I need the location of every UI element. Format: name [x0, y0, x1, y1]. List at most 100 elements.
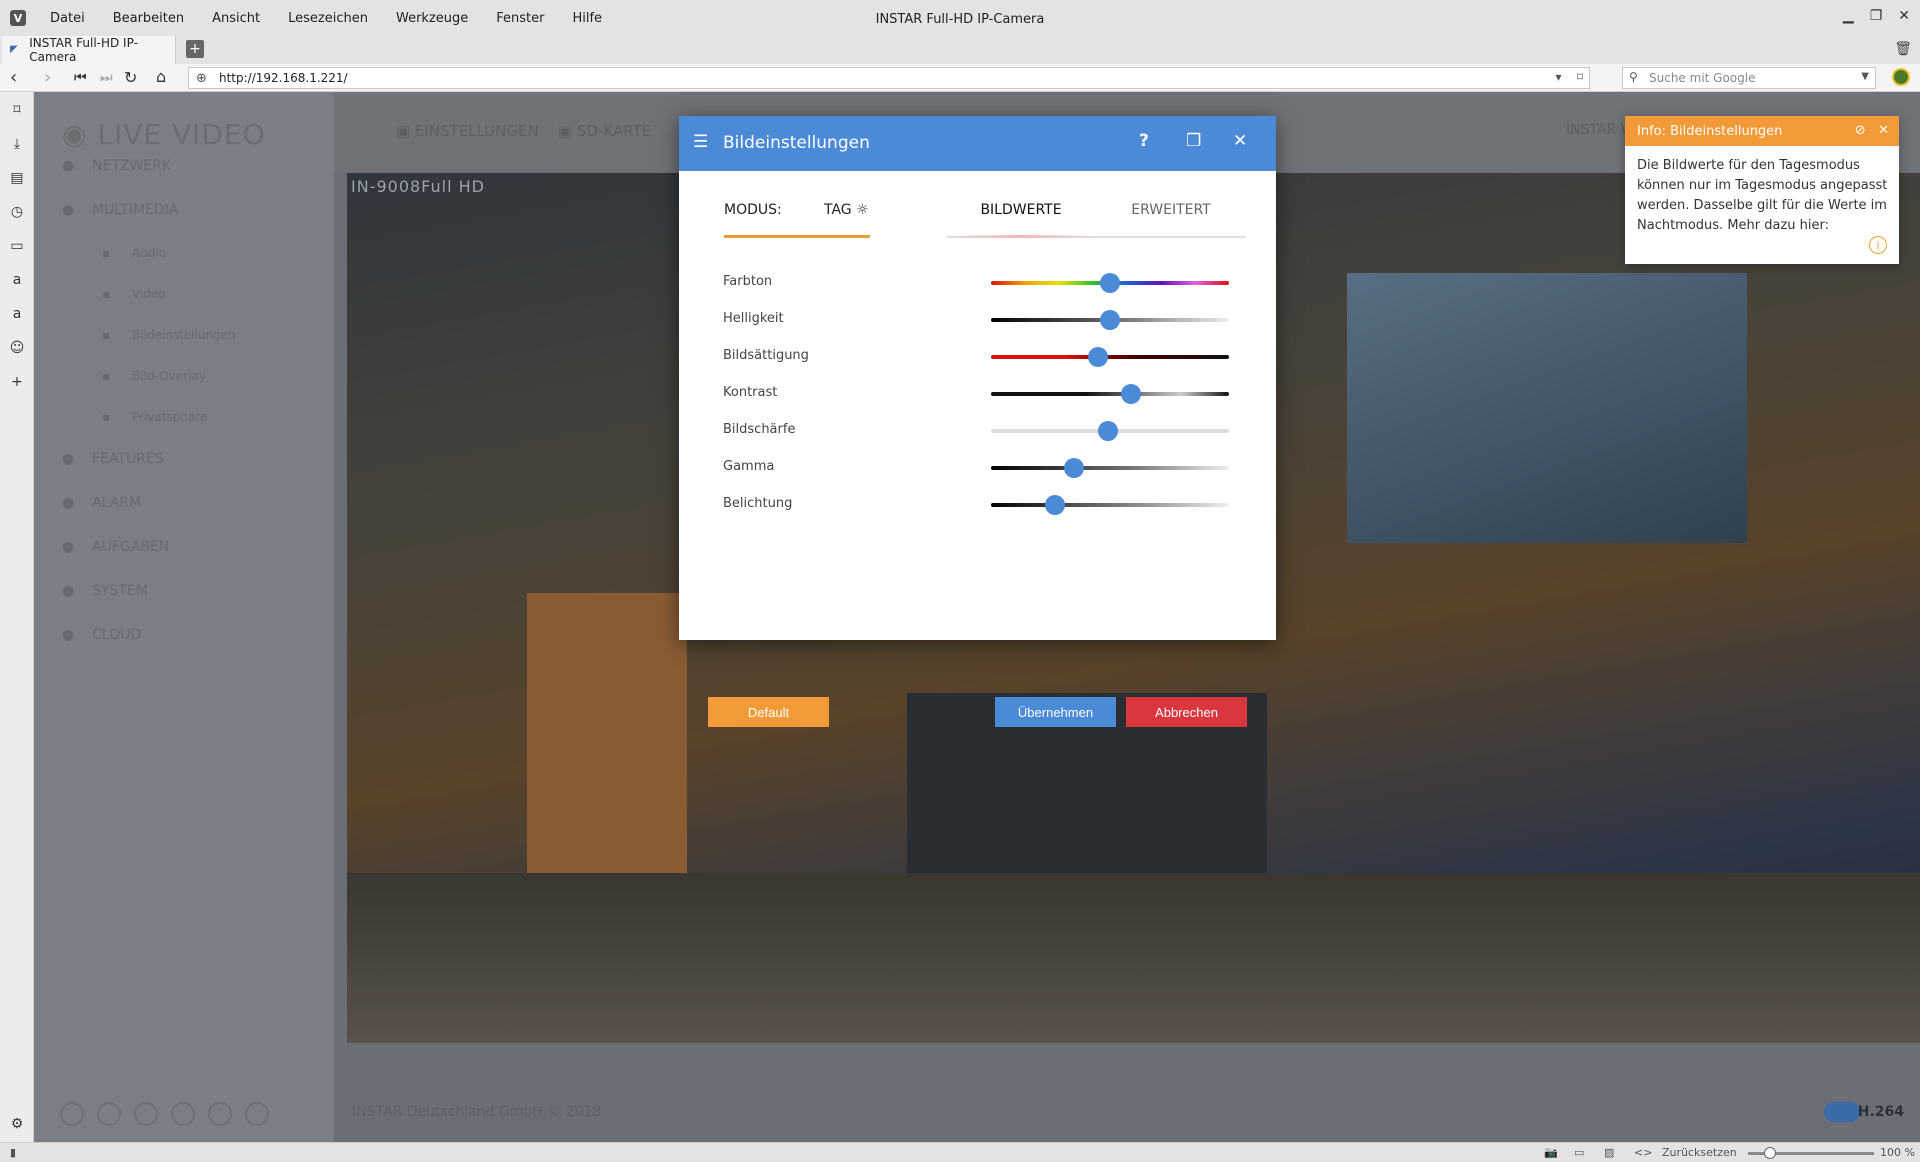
modus-value[interactable]: TAG ☼: [824, 202, 869, 218]
menu-item[interactable]: Fenster: [482, 11, 558, 26]
menu-item[interactable]: Bearbeiten: [99, 11, 198, 26]
code-icon[interactable]: <>: [1634, 1146, 1652, 1159]
slider-label: Kontrast: [723, 385, 778, 400]
twitter-icon[interactable]: [171, 1102, 195, 1126]
cam-shelf: [527, 593, 687, 913]
slider-row: Kontrast: [723, 382, 1233, 406]
trash-icon[interactable]: 🗑: [1894, 41, 1912, 57]
social-icon[interactable]: [60, 1102, 84, 1126]
cancel-button[interactable]: Abbrechen: [1126, 697, 1247, 727]
slider-handle[interactable]: [1100, 310, 1120, 330]
slider-handle[interactable]: [1045, 495, 1066, 515]
page-nav-item[interactable]: ▪ Bildeinstellungen: [102, 328, 236, 342]
page-nav-label: Bildeinstellungen: [132, 328, 236, 342]
search-icon: ⚲: [1629, 70, 1638, 84]
slider-track[interactable]: [991, 466, 1229, 470]
add-panel-icon[interactable]: +: [0, 374, 34, 390]
image-icon[interactable]: ▨: [1604, 1146, 1614, 1159]
close-window-icon[interactable]: ✕: [1898, 8, 1910, 24]
menu-item[interactable]: Werkzeuge: [382, 11, 482, 26]
default-button[interactable]: Default: [708, 697, 829, 727]
tab-bildwerte[interactable]: BILDWERTE: [946, 202, 1096, 218]
url-text: http://192.168.1.221/: [219, 71, 348, 85]
menu-item[interactable]: Hilfe: [558, 11, 616, 26]
fast-forward-icon[interactable]: ⏭: [100, 70, 113, 86]
amazon-icon[interactable]: a: [0, 272, 34, 288]
forward-icon[interactable]: ›: [44, 67, 51, 88]
slider-handle[interactable]: [1100, 273, 1120, 293]
downloads-icon[interactable]: ⤓: [0, 136, 34, 152]
camera-icon[interactable]: 📷: [1544, 1146, 1558, 1159]
window-panel-icon[interactable]: ▭: [0, 238, 34, 254]
topnav-settings[interactable]: ▣ EINSTELLUNGEN: [396, 122, 539, 140]
bookmarks-icon[interactable]: ⌑: [0, 102, 34, 118]
amazon-icon[interactable]: a: [0, 306, 34, 322]
rewind-icon[interactable]: ⏮: [74, 70, 87, 86]
page-logo[interactable]: ◉ LIVE VIDEO: [62, 118, 266, 151]
social-icon[interactable]: [134, 1102, 158, 1126]
menu-item[interactable]: Lesezeichen: [274, 11, 382, 26]
tab-erweitert[interactable]: ERWEITERT: [1096, 202, 1246, 218]
google-plus-icon[interactable]: [245, 1102, 269, 1126]
maximize-icon[interactable]: ❐: [1870, 8, 1883, 24]
close-info-icon[interactable]: ✕: [1878, 123, 1889, 138]
menu-item[interactable]: Ansicht: [198, 11, 274, 26]
page-nav-item[interactable]: ▪ Privatsphäre: [102, 410, 207, 424]
browser-tab[interactable]: ◤ INSTAR Full-HD IP-Camera: [2, 36, 176, 64]
page-nav-item[interactable]: ● AUFGABEN: [62, 539, 169, 555]
slider-track[interactable]: [991, 392, 1229, 396]
page-nav-item[interactable]: ● CLOUD: [62, 627, 141, 643]
minimize-icon[interactable]: ▁: [1843, 8, 1854, 24]
ban-icon[interactable]: ⊘: [1855, 123, 1866, 138]
slider-row: Gamma: [723, 456, 1233, 480]
page-nav-item[interactable]: ● NETZWERK: [62, 158, 171, 174]
page-nav-item[interactable]: ▪ Video: [102, 287, 166, 301]
reset-zoom[interactable]: Zurücksetzen: [1662, 1146, 1737, 1159]
back-icon[interactable]: ‹: [10, 67, 17, 88]
topnav-sd-card[interactable]: ▣ SD-KARTE: [558, 122, 651, 140]
info-title: Info: Bildeinstellungen: [1637, 123, 1783, 139]
help-icon[interactable]: ?: [1139, 131, 1149, 151]
slider-track[interactable]: [991, 355, 1229, 359]
restore-icon[interactable]: ❐: [1186, 131, 1201, 151]
page-nav-item[interactable]: ● SYSTEM: [62, 583, 148, 599]
vivaldi-logo-icon[interactable]: V: [10, 10, 26, 26]
notes-icon[interactable]: ▤: [0, 170, 34, 186]
slider-handle[interactable]: [1064, 458, 1085, 478]
address-bar[interactable]: ⊕ http://192.168.1.221/ ▾ ⌑: [188, 67, 1590, 89]
chevron-down-icon[interactable]: ▼: [1861, 71, 1869, 82]
slider-handle[interactable]: [1088, 347, 1109, 367]
reddit-icon[interactable]: ☺: [0, 340, 34, 356]
extension-icon[interactable]: [1892, 68, 1910, 86]
search-input[interactable]: ⚲ Suche mit Google ▼: [1622, 67, 1876, 89]
page-nav-item[interactable]: ▪ Audio: [102, 246, 166, 260]
slider-handle[interactable]: [1121, 384, 1142, 404]
slider-handle[interactable]: [1097, 421, 1118, 441]
info-icon[interactable]: i: [1869, 236, 1887, 254]
panel-toggle-icon[interactable]: ▮: [10, 1146, 16, 1159]
home-icon[interactable]: ⌂: [156, 67, 166, 86]
history-icon[interactable]: ◷: [0, 204, 34, 220]
nav-bullet-icon: ▪: [102, 369, 111, 383]
page-nav-label: AUFGABEN: [92, 539, 170, 555]
zoom-handle[interactable]: [1764, 1147, 1776, 1159]
window-icon[interactable]: ▭: [1574, 1146, 1584, 1159]
gear-icon[interactable]: ⚙: [0, 1116, 34, 1132]
menubar: V Datei Bearbeiten Ansicht Lesezeichen Werkz…: [0, 0, 1920, 36]
page-nav-item[interactable]: ● FEATURES: [62, 451, 164, 467]
reload-icon[interactable]: ↻: [124, 68, 137, 87]
page-nav-item[interactable]: ● MULTIMEDIA: [62, 202, 178, 218]
bookmark-icon[interactable]: ▾ ⌑: [1556, 70, 1583, 84]
facebook-icon[interactable]: [208, 1102, 232, 1126]
page-nav-item[interactable]: ● ALARM: [62, 495, 141, 511]
social-icon[interactable]: [97, 1102, 121, 1126]
page-nav-item[interactable]: ▪ Bild-Overlay: [102, 369, 206, 383]
close-icon[interactable]: ✕: [1233, 131, 1247, 151]
slider-track[interactable]: [991, 503, 1229, 507]
apply-button[interactable]: Übernehmen: [995, 697, 1116, 727]
mode-selector[interactable]: MODUS: TAG ☼: [724, 202, 870, 238]
menu-item[interactable]: Datei: [36, 11, 99, 26]
page-nav-label: SYSTEM: [92, 583, 148, 599]
new-tab-button[interactable]: +: [186, 40, 204, 58]
codec-toggle[interactable]: [1824, 1102, 1860, 1122]
